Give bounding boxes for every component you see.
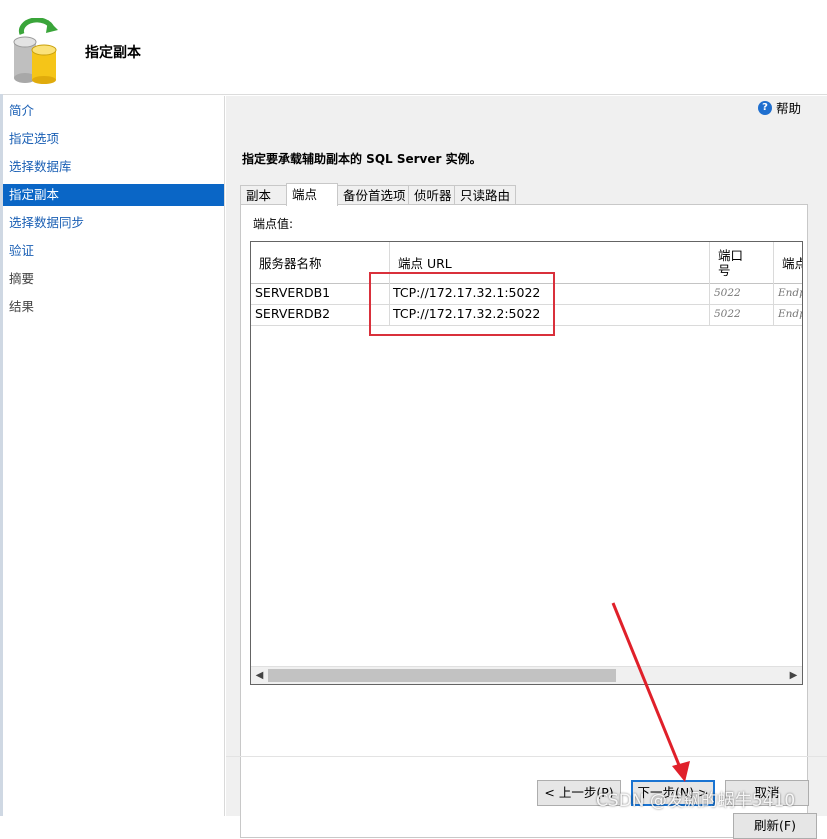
help-label: 帮助 bbox=[775, 101, 801, 116]
sidebar-item-data-sync[interactable]: 选择数据同步 bbox=[3, 212, 224, 234]
scroll-left-icon[interactable]: ◀ bbox=[251, 667, 268, 684]
column-header-endpoint-name[interactable]: 端点 bbox=[774, 242, 802, 283]
scrollbar-thumb[interactable] bbox=[268, 669, 616, 682]
wizard-header: 指定副本 bbox=[0, 0, 827, 95]
sidebar-item-specify-options[interactable]: 指定选项 bbox=[3, 128, 224, 150]
refresh-button[interactable]: 刷新(F) bbox=[733, 813, 817, 839]
tab-read-only-routing[interactable]: 只读路由 bbox=[454, 185, 516, 204]
footer-divider bbox=[226, 756, 827, 757]
port-cell[interactable]: 5022 bbox=[710, 304, 774, 325]
scroll-right-icon[interactable]: ▶ bbox=[785, 667, 802, 684]
page-title: 指定副本 bbox=[85, 45, 141, 61]
sidebar-item-results: 结果 bbox=[9, 299, 35, 314]
help-link[interactable]: ? 帮助 bbox=[757, 101, 801, 117]
tab-replicas[interactable]: 副本 bbox=[240, 185, 287, 204]
help-icon: ? bbox=[757, 101, 772, 115]
endpoint-values-label: 端点值: bbox=[253, 217, 294, 231]
instruction-text: 指定要承载辅助副本的 SQL Server 实例。 bbox=[242, 152, 482, 166]
tab-listener[interactable]: 侦听器 bbox=[408, 185, 455, 204]
annotation-highlight-box bbox=[369, 272, 555, 336]
watermark-text: CSDN @发飙的蜗牛5410 bbox=[596, 791, 796, 811]
endpoint-name-cell[interactable]: Endp bbox=[774, 283, 802, 304]
sidebar-item-specify-replicas[interactable]: 指定副本 bbox=[3, 184, 224, 206]
sidebar-item-validation[interactable]: 验证 bbox=[3, 240, 224, 262]
tab-backup-preferences[interactable]: 备份首选项 bbox=[337, 185, 409, 204]
tab-endpoints[interactable]: 端点 bbox=[286, 183, 338, 206]
horizontal-scrollbar[interactable]: ◀ ▶ bbox=[251, 666, 802, 684]
database-sync-icon bbox=[13, 18, 58, 84]
wizard-content: ? 帮助 指定要承载辅助副本的 SQL Server 实例。 副本 端点 备份首选… bbox=[226, 96, 827, 839]
wizard-sidebar: 简介 指定选项 选择数据库 指定副本 选择数据同步 验证 摘要 结果 bbox=[3, 96, 225, 816]
column-header-port[interactable]: 端口 号 bbox=[710, 242, 774, 283]
sidebar-item-summary: 摘要 bbox=[9, 271, 35, 286]
sidebar-item-introduction[interactable]: 简介 bbox=[3, 100, 224, 122]
endpoint-name-cell[interactable]: Endp bbox=[774, 304, 802, 325]
port-cell[interactable]: 5022 bbox=[710, 283, 774, 304]
sidebar-item-select-databases[interactable]: 选择数据库 bbox=[3, 156, 224, 178]
